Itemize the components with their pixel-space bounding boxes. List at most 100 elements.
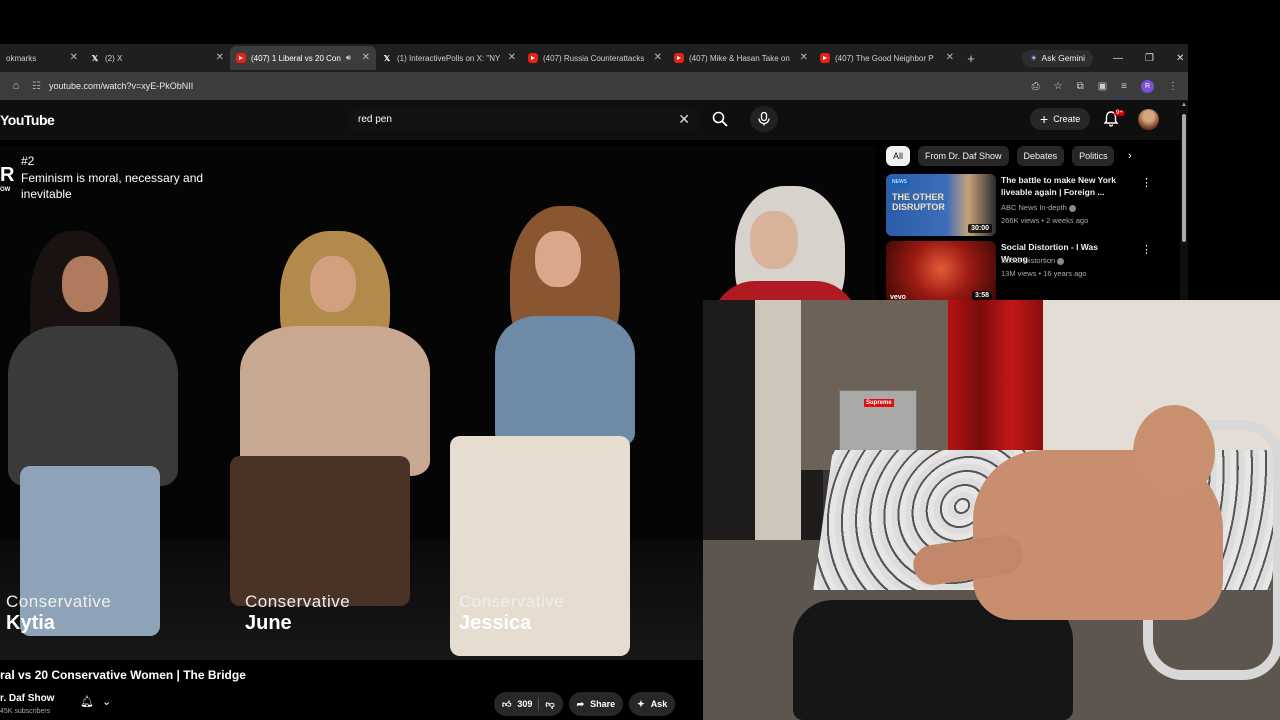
voice-search-button[interactable]	[750, 106, 778, 132]
minimize-icon[interactable]: —	[1113, 53, 1123, 64]
tab-label: (407) Mike & Hasan Take on	[689, 53, 790, 63]
ask-gemini-button[interactable]: ✦ Ask Gemini	[1022, 49, 1094, 67]
ask-button[interactable]: ✦ Ask	[629, 692, 676, 716]
tab-interactivepolls[interactable]: 𝕏 (1) InteractivePolls on X: "NY ✕	[376, 46, 522, 70]
extensions-icon[interactable]: ⧉	[1077, 81, 1084, 92]
chip-from-channel[interactable]: From Dr. Daf Show	[918, 146, 1009, 166]
account-avatar[interactable]	[1138, 109, 1159, 130]
close-icon[interactable]: ✕	[70, 52, 78, 63]
youtube-header: YouTube red pen ✕ + Create 9+	[0, 100, 1188, 140]
recommendation-meta: 13M views • 16 years ago	[1001, 269, 1087, 278]
panelist-face	[62, 256, 108, 312]
panelist-shirt	[8, 326, 178, 486]
close-icon[interactable]: ✕	[508, 52, 516, 63]
video-actions: 👍︎ 309 👎︎ ➦ Share ✦ Ask	[494, 692, 676, 716]
channel-label: ABC News In-depth	[1001, 203, 1067, 212]
tab-label: (407) The Good Neighbor P	[835, 53, 934, 63]
show-logo-sub: OW	[0, 187, 11, 193]
scrollbar-thumb[interactable]	[1182, 114, 1186, 242]
panelist-name: June	[245, 612, 292, 634]
show-logo-letter: R	[0, 164, 15, 186]
clear-search-icon[interactable]: ✕	[678, 111, 690, 128]
video-thumbnail[interactable]: vevo 3:58	[886, 241, 996, 303]
verified-icon	[1057, 257, 1065, 265]
profile-avatar[interactable]: R	[1141, 79, 1154, 93]
panelist-nametag: Conservative June	[245, 592, 350, 635]
tab-x[interactable]: 𝕏 (2) X ✕	[84, 46, 230, 70]
channel-name[interactable]: r. Daf Show	[0, 693, 54, 704]
bookmark-star-icon[interactable]: ☆	[1054, 81, 1063, 92]
youtube-favicon-icon	[528, 53, 538, 63]
chip-debates[interactable]: Debates	[1016, 146, 1065, 166]
tab-good-neighbor[interactable]: (407) The Good Neighbor P ✕	[814, 46, 960, 70]
window-controls: — ❐ ✕	[1113, 53, 1184, 64]
scroll-up-arrow-icon[interactable]: ▲	[1181, 102, 1187, 108]
panelist-name: Kytia	[6, 612, 55, 634]
subscriber-count: 45K subscribers	[0, 708, 51, 715]
create-button[interactable]: + Create	[1030, 108, 1091, 130]
window-close-icon[interactable]: ✕	[1176, 53, 1184, 64]
share-label: Share	[590, 699, 616, 709]
bell-icon: 🔔︎	[80, 696, 94, 708]
episode-topic: Feminism is moral, necessary and inevita…	[21, 171, 204, 201]
maximize-icon[interactable]: ❐	[1145, 53, 1154, 64]
chip-all[interactable]: All	[886, 146, 911, 166]
search-input[interactable]: red pen ✕	[346, 106, 702, 132]
filter-chips: All From Dr. Daf Show Debates Politics	[886, 146, 1115, 166]
page-scrollbar[interactable]	[1180, 100, 1188, 300]
close-icon[interactable]: ✕	[946, 52, 954, 63]
install-app-icon[interactable]: ⎙	[1032, 81, 1040, 92]
speaker-icon[interactable]: 🔊︎	[346, 53, 351, 63]
thumbs-up-icon[interactable]: 👍︎	[502, 699, 511, 710]
youtube-logo[interactable]: YouTube	[0, 112, 55, 128]
thumbnail-text: THE OTHER DISRUPTOR	[892, 192, 945, 212]
share-button[interactable]: ➦ Share	[568, 692, 624, 716]
close-icon[interactable]: ✕	[362, 52, 370, 63]
tab-label: (1) InteractivePolls on X: "NY	[397, 53, 501, 63]
more-options-icon[interactable]: ⋮	[1141, 243, 1152, 256]
site-settings-icon[interactable]: ☷	[32, 81, 41, 92]
notification-count-badge: 9+	[1114, 110, 1125, 116]
url-field[interactable]: ☷ youtube.com/watch?v=xyE-PkObNII	[32, 81, 193, 92]
x-logo-icon: 𝕏	[383, 53, 391, 63]
panelist-blouse	[240, 326, 430, 476]
cam-curtain	[948, 300, 1043, 475]
browser-menu-icon[interactable]: ⋮	[1168, 81, 1178, 92]
video-thumbnail[interactable]: NEWS THE OTHER DISRUPTOR 30:00	[886, 174, 996, 236]
gemini-sparkle-icon: ✦	[1030, 52, 1038, 63]
recommendation-channel[interactable]: Social Distortion	[1001, 256, 1065, 265]
recommendation-channel[interactable]: ABC News In-depth	[1001, 203, 1076, 212]
thumbs-down-icon[interactable]: 👎︎	[545, 699, 554, 710]
close-icon[interactable]: ✕	[216, 52, 224, 63]
tab-bookmarks[interactable]: okmarks ✕	[0, 46, 84, 70]
recommendation-item[interactable]: NEWS THE OTHER DISRUPTOR 30:00 The battl…	[886, 174, 1176, 236]
tab-russia[interactable]: (407) Russia Counterattacks ✕	[522, 46, 668, 70]
recommendation-item[interactable]: vevo 3:58 Social Distortion - I Was Wron…	[886, 241, 1176, 303]
chevron-right-icon[interactable]: ›	[1128, 150, 1132, 162]
tab-mike-hasan[interactable]: (407) Mike & Hasan Take on ✕	[668, 46, 814, 70]
search-button[interactable]	[706, 106, 734, 132]
home-icon[interactable]: ⌂	[0, 80, 32, 92]
search-icon	[712, 111, 728, 127]
new-tab-button[interactable]: +	[960, 51, 982, 66]
gemini-label: Ask Gemini	[1041, 53, 1086, 63]
chip-politics[interactable]: Politics	[1072, 146, 1115, 166]
ask-label: Ask	[650, 699, 668, 709]
subscription-bell-button[interactable]: 🔔︎ ⌄	[80, 695, 111, 708]
media-control-icon[interactable]: ≡	[1121, 81, 1127, 92]
tab-youtube-active[interactable]: (407) 1 Liberal vs 20 Con 🔊︎ ✕	[230, 46, 376, 70]
split-view-icon[interactable]: ▣	[1098, 81, 1107, 92]
youtube-favicon-icon	[820, 53, 830, 63]
tab-label: (407) 1 Liberal vs 20 Con	[251, 53, 341, 63]
webcam-overlay: Supreme	[703, 300, 1280, 720]
like-dislike-pill: 👍︎ 309 👎︎	[494, 692, 563, 716]
recommendation-title[interactable]: The battle to make New York liveable aga…	[1001, 174, 1127, 198]
close-icon[interactable]: ✕	[800, 52, 808, 63]
panelist-face	[750, 211, 798, 269]
episode-number: #2	[21, 154, 35, 168]
cam-person-head	[1133, 405, 1215, 500]
close-icon[interactable]: ✕	[654, 52, 662, 63]
like-count[interactable]: 309	[517, 699, 532, 709]
more-options-icon[interactable]: ⋮	[1141, 176, 1152, 189]
video-title: ral vs 20 Conservative Women | The Bridg…	[0, 668, 246, 682]
